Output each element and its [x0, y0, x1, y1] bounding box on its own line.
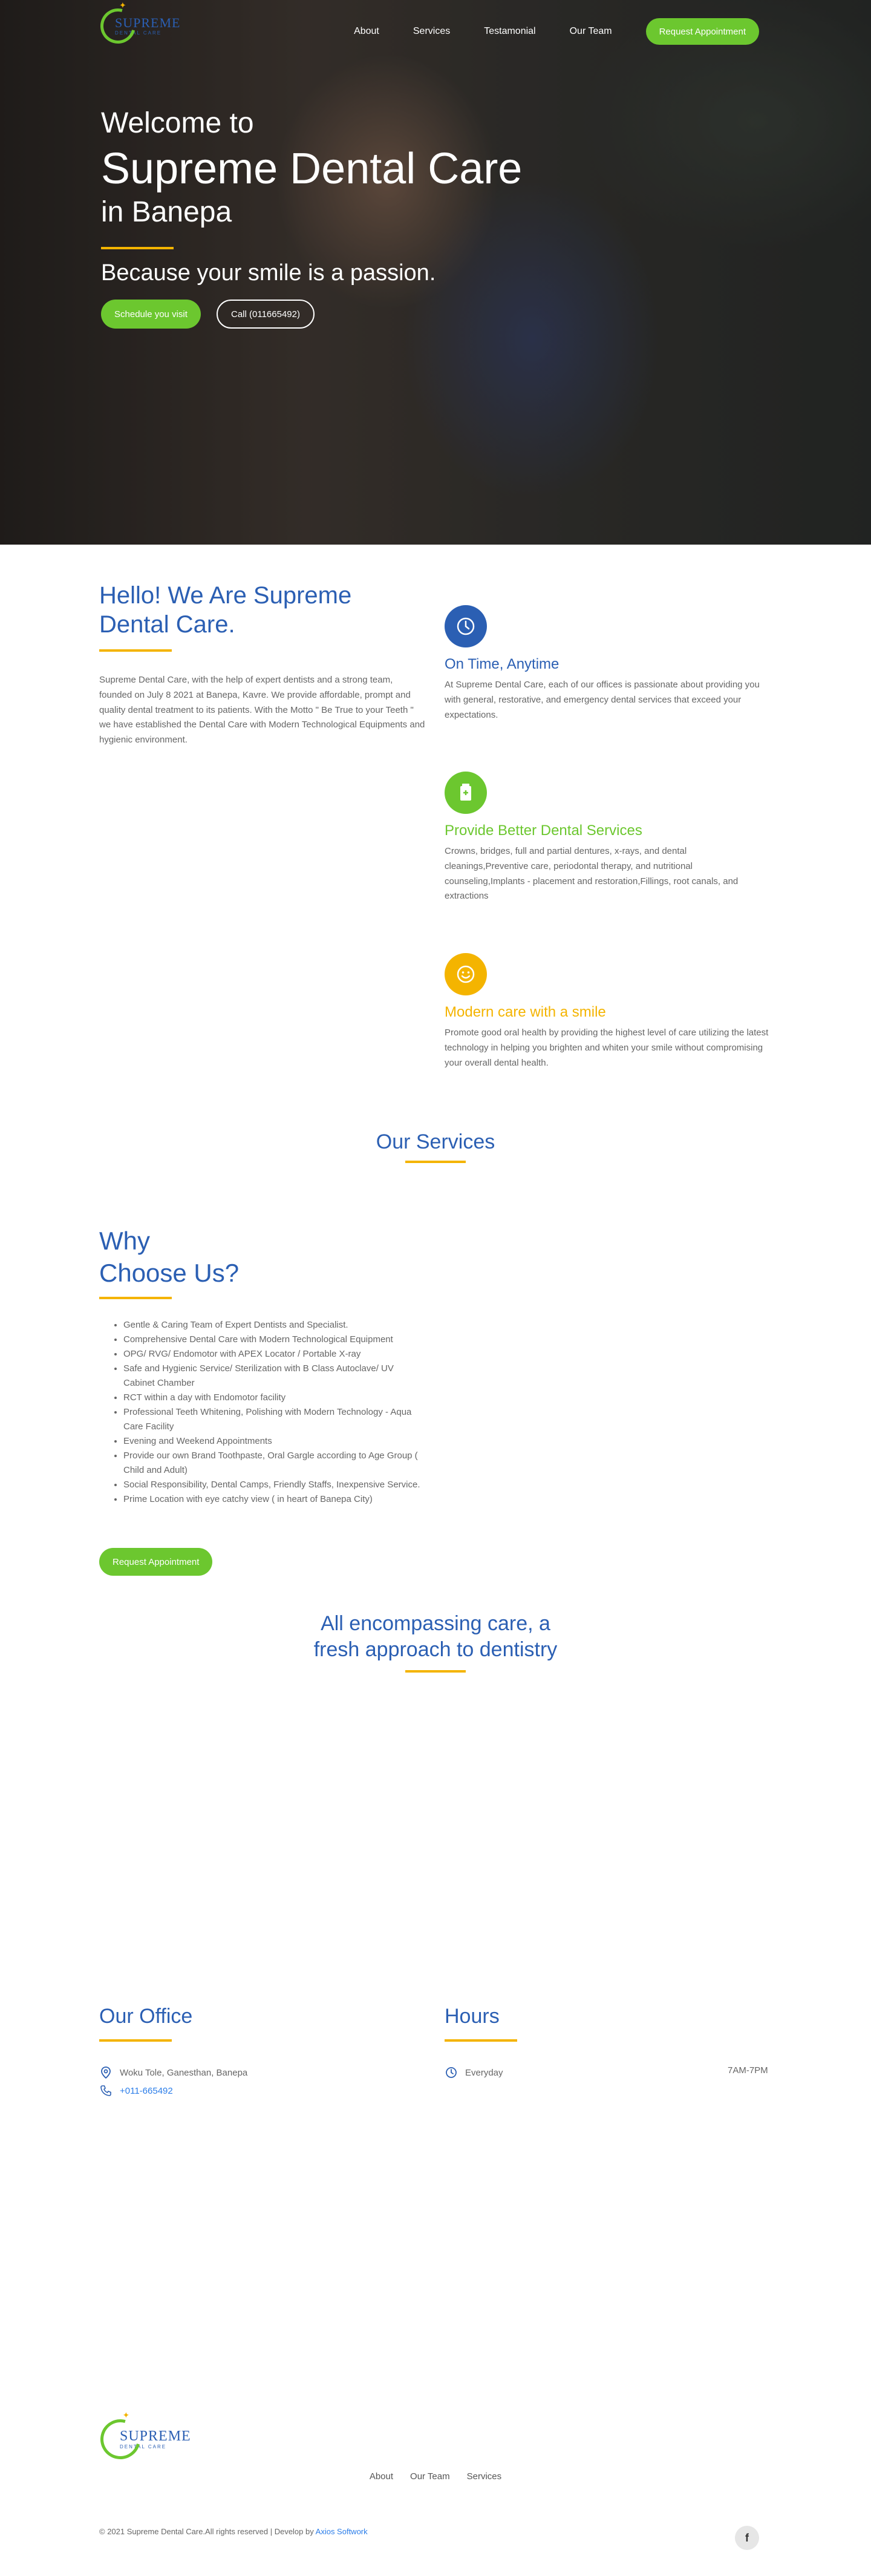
footer-link-our-team[interactable]: Our Team: [410, 2471, 450, 2482]
footer-link-about[interactable]: About: [370, 2471, 393, 2482]
developer-link[interactable]: Axios Softwork: [316, 2527, 368, 2536]
footer-link-services[interactable]: Services: [467, 2471, 502, 2482]
call-button[interactable]: Call (011665492): [217, 300, 315, 329]
approach-divider: [405, 1670, 466, 1673]
brand-logo[interactable]: SUPREME DENTAL CARE: [94, 2, 180, 50]
main-nav: About Services Testamonial Our Team Requ…: [354, 18, 759, 45]
hero-section: SUPREME DENTAL CARE About Services Testa…: [0, 0, 871, 545]
footer-logo[interactable]: SUPREME DENTAL CARE: [93, 2411, 191, 2467]
smile-icon: [445, 953, 487, 995]
nav-about[interactable]: About: [354, 26, 379, 37]
feature-text: At Supreme Dental Care, each of our offi…: [445, 680, 760, 720]
feature-modern-care: Modern care with a smile Promote good or…: [445, 953, 771, 1070]
feature-on-time: On Time, Anytime At Supreme Dental Care,…: [445, 605, 771, 723]
clock-icon: [445, 605, 487, 647]
logo-ring-icon: [94, 2, 142, 50]
hours-title: Hours: [445, 2005, 500, 2028]
why-title-line2: Choose Us?: [99, 1258, 240, 1287]
list-item: Gentle & Caring Team of Expert Dentists …: [123, 1318, 426, 1332]
list-item: Professional Teeth Whitening, Polishing …: [123, 1405, 426, 1434]
nav-services[interactable]: Services: [413, 26, 450, 37]
why-title-line1: Why: [99, 1227, 150, 1255]
nav-our-team[interactable]: Our Team: [570, 26, 612, 37]
feature-title: On Time, Anytime: [445, 656, 559, 672]
clock-icon: [445, 2066, 458, 2079]
office-phone-link[interactable]: +011-665492: [120, 2086, 173, 2096]
services-divider: [405, 1161, 466, 1163]
phone-icon: [99, 2084, 113, 2097]
why-divider: [99, 1297, 172, 1299]
hero-title: Supreme Dental Care: [101, 145, 523, 193]
office-title: Our Office: [99, 2005, 193, 2028]
office-address-text: Woku Tole, Ganesthan, Banepa: [120, 2067, 248, 2078]
hours-time: 7AM-7PM: [728, 2065, 768, 2076]
office-divider: [99, 2039, 172, 2042]
hours-day: Everyday: [465, 2067, 503, 2078]
list-item: OPG/ RVG/ Endomotor with APEX Locator / …: [123, 1347, 426, 1362]
services-title: Our Services: [376, 1130, 495, 1153]
request-appointment-button[interactable]: Request Appointment: [645, 18, 759, 45]
hero-location: in Banepa: [101, 196, 232, 228]
hours-time-row: 7AM-7PM: [728, 2065, 768, 2076]
medicine-icon: [445, 772, 487, 814]
why-list: Gentle & Caring Team of Expert Dentists …: [111, 1318, 426, 1507]
approach-title-line2: fresh approach to dentistry: [313, 1637, 558, 1661]
list-item: Evening and Weekend Appointments: [123, 1434, 426, 1449]
approach-title: All encompassing care, a fresh approach …: [0, 1611, 871, 1662]
list-item: Comprehensive Dental Care with Modern Te…: [123, 1332, 426, 1347]
hero-divider: [101, 247, 174, 249]
about-divider: [99, 649, 172, 652]
feature-dental-services: Provide Better Dental Services Crowns, b…: [445, 772, 771, 904]
footer-nav: About Our Team Services: [0, 2471, 871, 2482]
feature-title: Provide Better Dental Services: [445, 822, 642, 839]
list-item: Prime Location with eye catchy view ( in…: [123, 1492, 426, 1507]
feature-text: Promote good oral health by providing th…: [445, 1027, 769, 1068]
list-item: Safe and Hygienic Service/ Sterilization…: [123, 1362, 426, 1391]
request-appointment-button-secondary[interactable]: Request Appointment: [99, 1548, 213, 1576]
office-address: Woku Tole, Ganesthan, Banepa: [99, 2066, 247, 2079]
copyright: © 2021 Supreme Dental Care.All rights re…: [99, 2527, 368, 2536]
feature-text: Crowns, bridges, full and partial dentur…: [445, 846, 739, 902]
facebook-icon[interactable]: f: [735, 2526, 759, 2550]
schedule-visit-button[interactable]: Schedule you visit: [101, 300, 201, 329]
why-title: Why Choose Us?: [99, 1225, 239, 1289]
logo-ring-icon: [93, 2411, 148, 2467]
about-text: Supreme Dental Care, with the help of ex…: [99, 675, 425, 745]
office-phone: +011-665492: [99, 2084, 173, 2097]
nav-testimonial[interactable]: Testamonial: [484, 26, 535, 37]
list-item: RCT within a day with Endomotor facility: [123, 1391, 426, 1405]
about-title: Hello! We Are Supreme Dental Care.: [99, 582, 352, 638]
approach-title-line1: All encompassing care, a: [321, 1612, 550, 1635]
hours-divider: [445, 2039, 517, 2042]
hours-row: Everyday: [445, 2066, 503, 2079]
copyright-text: © 2021 Supreme Dental Care.All rights re…: [99, 2527, 314, 2536]
hero-welcome: Welcome to: [101, 107, 254, 139]
location-pin-icon: [99, 2066, 113, 2079]
hero-tagline: Because your smile is a passion.: [101, 260, 436, 286]
list-item: Provide our own Brand Toothpaste, Oral G…: [123, 1449, 426, 1478]
list-item: Social Responsibility, Dental Camps, Fri…: [123, 1478, 426, 1492]
feature-title: Modern care with a smile: [445, 1004, 606, 1020]
